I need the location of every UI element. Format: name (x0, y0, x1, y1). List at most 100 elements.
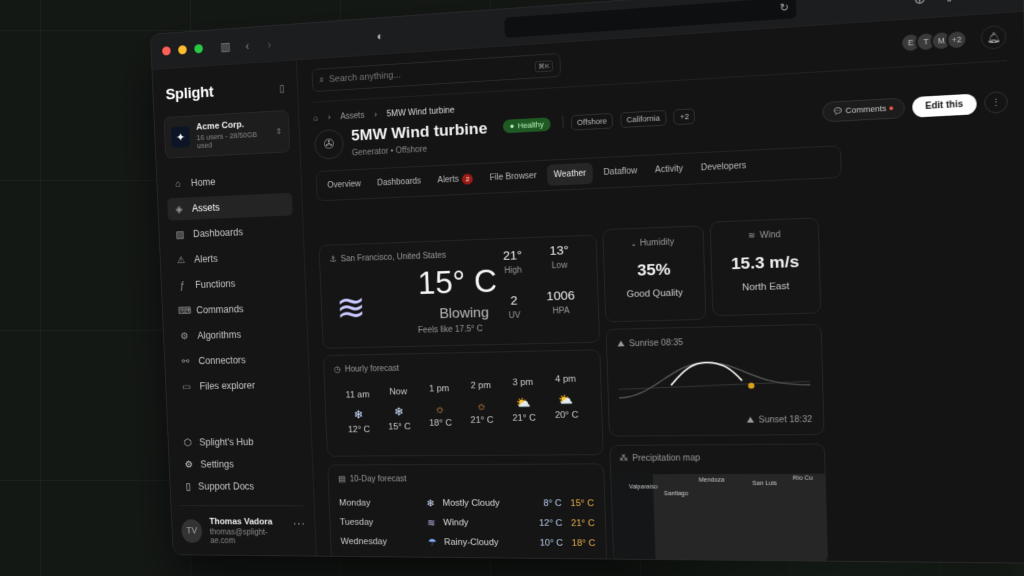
more-options-button[interactable]: ⋮ (984, 90, 1008, 114)
tag-offshore[interactable]: Offshore (570, 112, 614, 131)
current-temp: 15° C (417, 264, 498, 302)
sidebar-item-label: Dashboards (192, 226, 244, 240)
avatar: TV (181, 519, 203, 543)
assets-icon: ◈ (175, 203, 183, 215)
sidebar-footer-item[interactable]: ▯ Support Docs (179, 475, 304, 497)
files-explorer-icon: ▭ (182, 380, 192, 393)
forecast-low: 10° C (539, 538, 564, 549)
forecast-low: 12° C (538, 518, 563, 529)
tab-overview[interactable]: Overview (321, 174, 368, 197)
map-city: Santiago (663, 491, 689, 497)
droplet-icon: 💧︎ (631, 239, 636, 249)
comments-button[interactable]: 💬︎ Comments ● (822, 97, 905, 122)
sun-path-chart (618, 350, 816, 413)
hour-temp: 18° C (428, 418, 453, 429)
map-icon: ⁂ (619, 454, 629, 464)
weather-icon: ⛅ (516, 395, 532, 410)
shield-icon: ◐ (376, 29, 384, 43)
breadcrumb-current: 5MW Wind turbine (386, 105, 455, 119)
org-logo-icon: ✦ (170, 126, 191, 148)
anchor-icon: ⚓︎ (329, 255, 337, 265)
low-stat: 13° Low (549, 243, 570, 271)
forecast-row: Wednesday ☂ Rainy-Cloudy 10° C 18° C (340, 532, 595, 554)
avatar[interactable]: +2 (945, 29, 968, 51)
sunset-time: Sunset 18:32 (758, 415, 813, 426)
sidebar-item-label: Algorithms (197, 329, 242, 342)
edit-button[interactable]: Edit this (911, 93, 977, 118)
tabs-icon[interactable]: ⧉ (999, 0, 1010, 1)
sidebar-item-dashboards[interactable]: ▨ Dashboards (168, 219, 294, 246)
tab-alerts[interactable]: Alerts 2 (431, 168, 480, 191)
sidebar-toggle-icon[interactable]: ▥ (218, 39, 233, 54)
forecast-day: Tuesday (339, 517, 374, 528)
alerts-icon: ⚠ (176, 254, 186, 266)
close-window-button[interactable] (162, 46, 171, 56)
wind-direction: North East (741, 281, 790, 293)
sidebar-item-functions[interactable]: ƒ Functions (170, 270, 296, 296)
tag-california[interactable]: California (620, 109, 667, 128)
footer-icon: ▯ (185, 480, 191, 492)
functions-icon: ƒ (179, 279, 186, 291)
download-icon[interactable]: ⊕ (914, 0, 926, 7)
tag-more[interactable]: +2 (673, 108, 696, 126)
weather-icon: ❄ (393, 404, 404, 419)
hour-time: 1 pm (429, 383, 450, 394)
sidebar-footer-item[interactable]: ⬡ Splight's Hub (177, 430, 302, 453)
weather-icon: ⛅ (558, 392, 574, 407)
sidebar-item-assets[interactable]: ◈ Assets (167, 192, 293, 221)
forecast-high: 21° C (570, 518, 595, 529)
sidebar-item-label: Home (190, 176, 216, 189)
forecast-low: 8° C (543, 498, 562, 509)
sidebar-footer-item[interactable]: ⚙ Settings (178, 453, 303, 476)
main-content: ⌕ Search anything... ⌘K E T M +2 🔔︎ ⌂ › Asse… (297, 12, 1024, 564)
hour-time: 3 pm (512, 377, 534, 388)
forecast-high: 15° C (570, 498, 595, 509)
org-switcher[interactable]: ✦ Acme Corp. 16 users - 28/50GB used ⇕ (163, 109, 291, 159)
sidebar-item-home[interactable]: ⌂ Home (166, 167, 292, 196)
forecast-condition: Rainy-Cloudy (443, 537, 499, 548)
hour-temp: 12° C (347, 424, 371, 435)
back-icon[interactable]: ‹ (240, 38, 255, 52)
sidebar-item-files-explorer[interactable]: ▭ Files explorer (175, 373, 300, 397)
sidebar-item-algorithms[interactable]: ⚙ Algorithms (173, 322, 298, 347)
sidebar-item-connectors[interactable]: ⚯ Connectors (174, 348, 299, 373)
search-input[interactable]: ⌕ Search anything... ⌘K (311, 52, 561, 93)
new-tab-icon[interactable]: + (972, 0, 981, 3)
tab-dashboards[interactable]: Dashboards (370, 171, 428, 194)
share-icon[interactable]: ⇪ (943, 0, 955, 5)
minimize-window-button[interactable] (178, 45, 187, 55)
wind-card: ≋ Wind 15.3 m/s North East (709, 217, 822, 317)
sidebar-item-alerts[interactable]: ⚠ Alerts (169, 244, 295, 271)
more-icon[interactable]: ··· (292, 517, 305, 531)
browser-window: ▥ ‹ › ◐ ↻ ⊕ ⇪ + ⧉ Splight ▯ ✦ Acme Corp.1… (150, 0, 1024, 564)
sidebar-item-commands[interactable]: ⌨ Commands (171, 296, 296, 322)
maximize-window-button[interactable] (194, 43, 204, 54)
home-icon[interactable]: ⌂ (313, 114, 318, 123)
collapse-sidebar-icon[interactable]: ▯ (279, 82, 285, 94)
reload-icon[interactable]: ↻ (780, 1, 790, 14)
breadcrumb-assets[interactable]: Assets (340, 111, 365, 121)
calendar-icon: ▤ (338, 475, 346, 484)
bell-icon[interactable]: 🔔︎ (980, 24, 1007, 50)
weather-icon: ❄ (426, 497, 435, 509)
precipitation-map[interactable]: Valparaíso Santiago Mendoza San Luis Río… (611, 473, 828, 564)
wind-speed: 15.3 m/s (730, 253, 800, 274)
daylight-arc (670, 362, 742, 385)
sunset-icon: ⛰︎ (746, 415, 755, 426)
tab-activity[interactable]: Activity (648, 158, 691, 181)
user-profile[interactable]: TV Thomas Vadora thomas@splight-ae.com ··… (180, 505, 307, 547)
feels-like: Feels like 17.5° C (417, 324, 483, 336)
forward-icon[interactable]: › (262, 37, 277, 51)
tab-dataflow[interactable]: Dataflow (596, 160, 645, 184)
tab-weather[interactable]: Weather (546, 162, 594, 186)
sidebar-item-label: Alerts (193, 253, 218, 266)
collaborator-avatars[interactable]: E T M +2 (900, 29, 968, 54)
tab-developers[interactable]: Developers (693, 155, 754, 179)
current-weather-card: ⚓︎ San Francisco, United States ≋ 15° C B… (318, 234, 600, 349)
alert-count-badge: 2 (461, 173, 474, 185)
sidebar-item-label: Commands (196, 303, 244, 316)
tab-file-browser[interactable]: File Browser (483, 165, 544, 189)
forecast-row: Monday ❄ Mostly Cloudy 8° C 15° C (339, 493, 595, 513)
forecast-day: Monday (338, 498, 371, 509)
forecast-day: Wednesday (340, 536, 388, 547)
